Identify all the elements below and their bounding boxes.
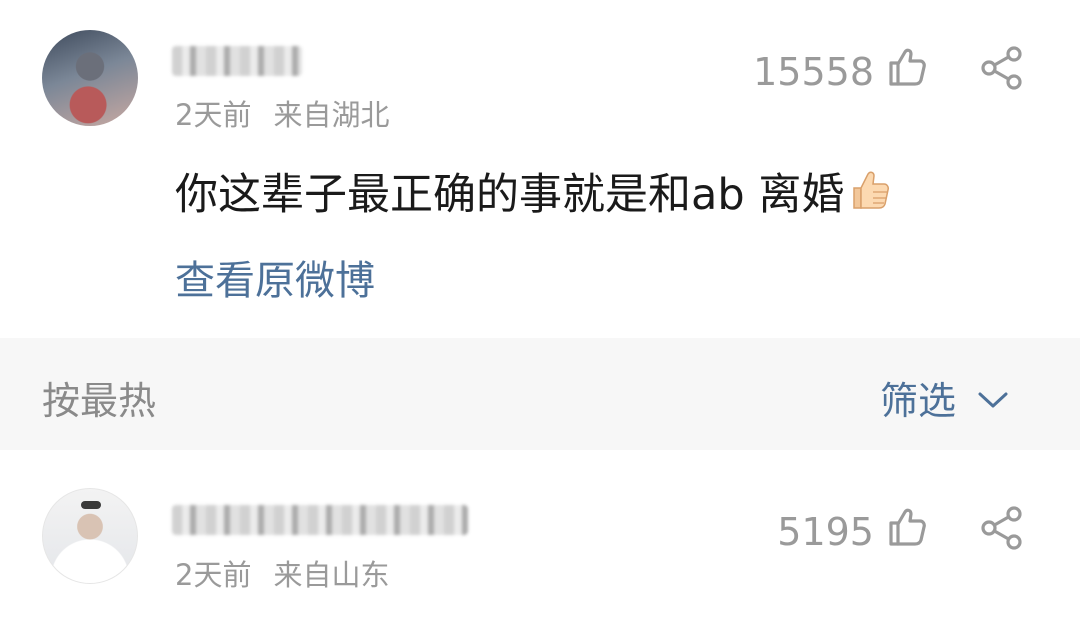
comment-meta: 2天前 来自山东 — [175, 552, 389, 594]
comment-time: 2天前 — [175, 558, 252, 592]
avatar[interactable] — [42, 30, 138, 126]
comment-location: 来自山东 — [273, 558, 390, 592]
view-original-link[interactable]: 查看原微博 — [175, 248, 375, 306]
like-button[interactable]: 5195 — [777, 506, 928, 557]
filter-button[interactable]: 筛选 — [880, 370, 1010, 425]
like-button[interactable]: 15558 — [753, 46, 928, 97]
thumbs-up-emoji — [846, 168, 892, 214]
sort-by-hot[interactable]: 按最热 — [42, 370, 156, 425]
filter-label: 筛选 — [880, 379, 957, 423]
comment-body: 你这辈子最正确的事就是和ab 离婚 — [175, 170, 845, 220]
comment-time: 2天前 — [175, 98, 252, 132]
avatar[interactable] — [42, 488, 138, 584]
username-blurred[interactable] — [172, 46, 302, 76]
username-blurred[interactable] — [172, 505, 468, 535]
like-count: 15558 — [753, 49, 874, 94]
thumbs-up-outline-icon — [886, 506, 928, 557]
comment-text: 你这辈子最正确的事就是和ab 离婚 — [175, 160, 892, 222]
comment-location: 来自湖北 — [273, 98, 390, 132]
like-count: 5195 — [777, 509, 874, 554]
chevron-down-icon — [976, 376, 1010, 420]
thumbs-up-outline-icon — [886, 46, 928, 97]
share-icon[interactable] — [978, 44, 1026, 92]
share-icon[interactable] — [978, 504, 1026, 552]
comment-meta: 2天前 来自湖北 — [175, 92, 389, 134]
